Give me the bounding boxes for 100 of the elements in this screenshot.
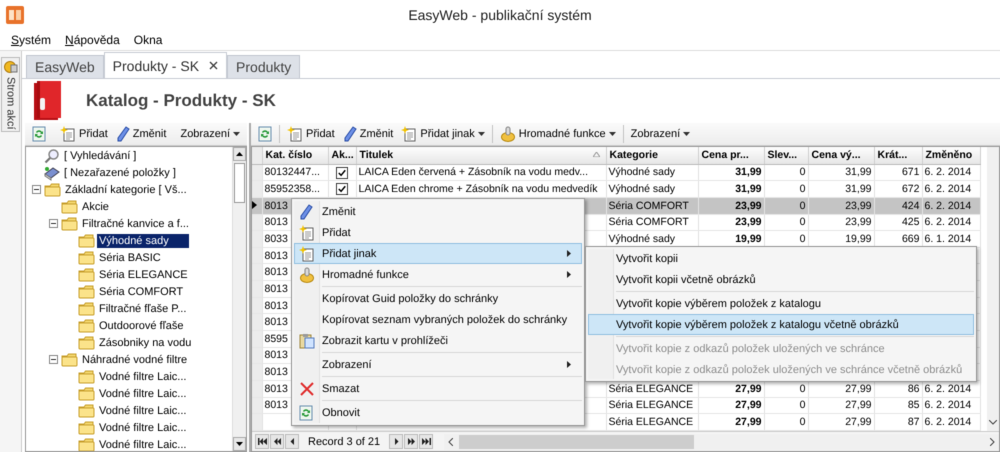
horizontal-scrollbar[interactable]	[444, 434, 999, 450]
tree-item[interactable]: Filtračné kanvice a f...	[80, 216, 191, 230]
table-cell: 6. 2. 2014	[924, 200, 972, 212]
scroll-down-icon	[236, 442, 243, 446]
last-record-button[interactable]	[419, 434, 434, 449]
table-cell: 31,99	[845, 166, 872, 178]
tree-item[interactable]: Vodné filtre Laic...	[97, 420, 188, 434]
dropdown-button[interactable]: Zobrazení	[177, 124, 243, 144]
column-header[interactable]: Změněno	[922, 147, 980, 164]
menu-item[interactable]: Smazat	[294, 378, 582, 399]
table-cell: 8013	[264, 200, 288, 212]
toolbar-button[interactable]: Změnit	[340, 124, 396, 144]
tree-item[interactable]: Vodné filtre Laic...	[97, 404, 188, 418]
tree-item[interactable]: Séria BASIC	[97, 250, 163, 264]
tree-item[interactable]: Outdoorové fľaše	[97, 318, 186, 332]
scrollbar-thumb[interactable]	[459, 434, 694, 448]
clipboard-icon	[299, 333, 315, 349]
previous-page-button[interactable]	[270, 434, 284, 449]
scroll-left-icon	[448, 438, 454, 446]
table-cell: 8595	[264, 332, 288, 345]
tree-item[interactable]: Výhodné sady	[97, 234, 189, 248]
column-header[interactable]: Cena vý...	[808, 147, 874, 164]
checkbox[interactable]	[336, 183, 348, 196]
pen-icon	[299, 204, 313, 220]
column-header[interactable]: Kategorie	[606, 147, 698, 164]
tab-label: Produkty	[236, 59, 292, 75]
next-record-button[interactable]	[389, 434, 404, 449]
menu-item[interactable]: Vytvořit kopie výběrem položek z katalogu včetně obrázků	[588, 314, 974, 335]
tab[interactable]: Produkty - SK	[104, 52, 228, 78]
table-cell: 0	[800, 232, 806, 245]
folder-icon	[44, 182, 61, 196]
checkbox[interactable]	[336, 166, 348, 178]
menu-item[interactable]: Zobrazení	[294, 354, 582, 375]
scrollbar-thumb[interactable]	[234, 163, 245, 203]
previous-record-button[interactable]	[285, 434, 299, 449]
toolbar-button[interactable]: Přidat	[284, 124, 338, 144]
tree-item[interactable]: Filtračné fľaše P...	[97, 302, 188, 316]
tree-item[interactable]: Vodné filtre Laic...	[97, 386, 188, 400]
tree-item[interactable]: Vodné filtre Laic...	[97, 370, 188, 384]
badge-icon	[4, 60, 18, 74]
tree-item[interactable]: Náhradné vodné filtre	[80, 352, 190, 366]
scrollbar[interactable]	[987, 147, 999, 431]
column-header[interactable]: Kat. číslo	[262, 147, 328, 164]
tree-item[interactable]: Séria ELEGANCE	[97, 268, 190, 282]
column-header[interactable]: Titulek	[356, 147, 606, 164]
table-cell: Výhodné sady	[608, 232, 676, 245]
folder-icon	[78, 318, 95, 332]
table-cell: 8013	[264, 216, 288, 228]
tree-item[interactable]: [ Vyhledávání ]	[62, 148, 138, 162]
folder-icon	[78, 370, 95, 384]
scrollbar[interactable]	[232, 147, 246, 451]
folder-icon	[78, 336, 95, 350]
tree-item[interactable]: Séria COMFORT	[97, 284, 186, 298]
menu-item[interactable]: Okna	[126, 33, 170, 47]
collapse-icon[interactable]	[48, 355, 58, 364]
column-header[interactable]: Cena pr...	[698, 147, 764, 164]
window-title: EasyWeb - publikační systém	[408, 7, 592, 23]
table-cell: 27,99	[845, 382, 872, 395]
table-row[interactable]: 85952358... LAICA Eden chrome + Zásobník na vodu medvedík Výhodné sady 31,99 0 31,99 672 6. 2. 2014	[252, 180, 980, 198]
dropdown-button[interactable]: Hromadné funkce	[496, 124, 619, 144]
tree-item[interactable]: Vodné filtre Laic...	[97, 438, 188, 451]
next-page-button[interactable]	[404, 434, 418, 449]
dropdown-button[interactable]: Přidat jinak	[398, 124, 488, 144]
tab[interactable]: Produkty	[227, 55, 300, 78]
hand-icon	[299, 267, 315, 283]
table-cell: 31,99	[735, 166, 762, 178]
tree-item[interactable]: Základní kategorie [ Vš...	[63, 182, 189, 196]
column-header[interactable]: Krát...	[874, 147, 922, 164]
menu-item[interactable]: Systém	[4, 33, 58, 47]
close-icon[interactable]	[209, 61, 218, 70]
table-cell: 0	[800, 416, 806, 428]
tree-item[interactable]: [ Nezařazené položky ]	[62, 166, 178, 180]
collapse-icon[interactable]	[32, 185, 40, 194]
collapse-icon[interactable]	[48, 219, 58, 228]
menu-item[interactable]: Kopírovat seznam vybraných položek do schránky	[294, 309, 582, 330]
table-cell: 27,99	[845, 399, 872, 412]
menu-item[interactable]: Zobrazit kartu v prohlížeči	[294, 330, 582, 351]
table-row[interactable]: 80132447... LAICA Eden červená + Zásobník na vodu medv... Výhodné sady 31,99 0 31,99 671 6. 2. 2014	[252, 164, 980, 181]
refresh-icon	[299, 405, 313, 421]
first-record-button[interactable]	[255, 434, 269, 449]
table-cell: 6. 2. 2014	[924, 166, 972, 178]
menu-item[interactable]: Přidat jinak	[294, 243, 582, 264]
column-header[interactable]: Ak...	[328, 147, 356, 164]
folder-icon	[61, 352, 78, 366]
toolbar-button[interactable]: Přidat	[57, 124, 111, 144]
search-icon	[44, 148, 60, 164]
tree-item[interactable]: Zásobniky na vodu	[97, 336, 194, 350]
side-panel-tab[interactable]: Strom akcí	[1, 57, 20, 132]
menu-item[interactable]: Nápověda	[58, 33, 127, 47]
tree-item[interactable]: Akcie	[80, 200, 111, 214]
table-cell: 0	[800, 166, 806, 178]
table-cell: 31,99	[735, 183, 762, 196]
menu-item[interactable]: Vytvořit kopii	[588, 248, 974, 269]
toolbar-button[interactable]: Změnit	[112, 124, 170, 144]
table-cell: 425	[902, 216, 920, 228]
table-cell: 0	[800, 183, 806, 196]
dropdown-button[interactable]: Zobrazení	[628, 124, 694, 144]
scroll-down-icon	[989, 420, 997, 425]
column-header[interactable]: Slev...	[764, 147, 808, 164]
tab[interactable]: EasyWeb	[26, 55, 104, 78]
